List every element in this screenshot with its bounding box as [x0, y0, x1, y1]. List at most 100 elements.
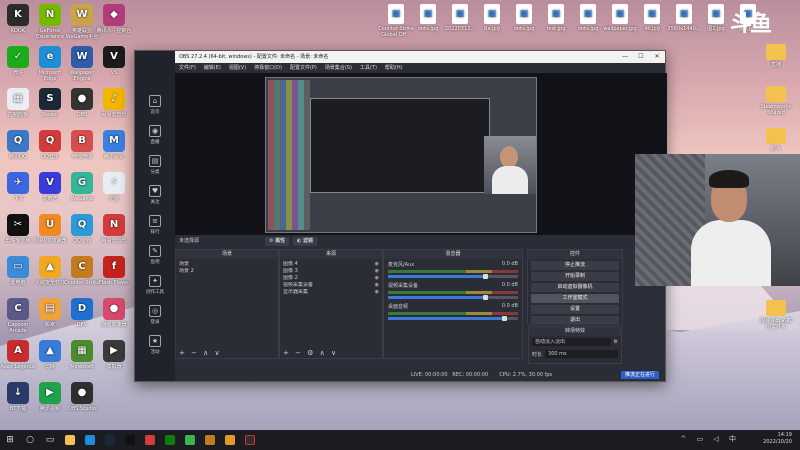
desktop-icon[interactable]: S Steam — [32, 88, 68, 118]
scenes-footer[interactable]: + − ∧ ∨ — [176, 349, 278, 358]
tiktok-icon[interactable] — [125, 435, 135, 445]
obs-task-icon[interactable] — [245, 435, 255, 445]
menu-item[interactable]: 文件(F) — [179, 63, 196, 73]
start-icon[interactable]: ⊞ — [0, 430, 20, 450]
sidebar-item[interactable]: ◎ 登录 — [139, 305, 171, 325]
filters-button[interactable]: ◐ 滤镜 — [293, 236, 318, 246]
sidebar-item[interactable]: ✎ 鱼吧 — [139, 245, 171, 265]
desktop-icon[interactable]: W 英雄联盟WeGame平台 — [64, 4, 100, 40]
desktop-file[interactable]: ▣ 图1.jpg — [698, 4, 734, 32]
explorer-icon[interactable] — [65, 435, 75, 445]
desktop-icon[interactable]: ▭ 此电脑 — [0, 256, 36, 286]
desktop-icon[interactable]: N 网易云音乐 — [96, 214, 132, 244]
desktop-icon[interactable]: C Capcom Arcade — [0, 298, 36, 334]
duration-input[interactable]: 300 ms — [545, 350, 618, 358]
desktop-icon[interactable]: ▤ 搬家 — [32, 298, 68, 328]
sidebar-item[interactable]: ▤ 分类 — [139, 155, 171, 175]
desktop-icon[interactable]: ▲ 火绒安全软件 — [32, 256, 68, 286]
menu-item[interactable]: 配置文件(P) — [290, 63, 317, 73]
system-tray[interactable]: ^ ▭ ◁ 中 — [680, 434, 740, 444]
menu-item[interactable]: 工具(T) — [360, 63, 377, 73]
desktop-icon[interactable]: W Wallpaper Engine — [64, 46, 100, 82]
desktop-icon[interactable]: ♪ 网易云音乐 — [96, 88, 132, 118]
desktop-folder[interactable]: 直播 — [758, 44, 794, 68]
sidebar-item[interactable]: ≡ 排行 — [139, 215, 171, 235]
menu-item[interactable]: 场景集合(S) — [325, 63, 352, 73]
close-icon[interactable]: ✕ — [649, 51, 665, 63]
desktop-folder[interactable]: 图片导出 的截图文件夹 — [758, 300, 794, 330]
desktop-icon[interactable]: C Counter-Strike — [64, 256, 100, 286]
sidebar-item[interactable]: ✦ 创作工具 — [139, 275, 171, 295]
menu-item[interactable]: 帮助(H) — [385, 63, 403, 73]
sidebar-item[interactable]: ★ 活动 — [139, 335, 171, 355]
desktop-file[interactable]: ▣ 2560x1440... — [666, 4, 702, 32]
list-item[interactable]: 场景 — [179, 261, 275, 268]
list-item[interactable]: 场景 2 — [179, 268, 275, 275]
visibility-eye-icon[interactable]: ◉ — [375, 268, 379, 275]
desktop-icon[interactable]: ↓ BT下载 — [0, 382, 36, 412]
control-button[interactable]: 工作室模式 — [531, 294, 619, 303]
desktop-file[interactable]: ▣ Ra.jpg — [474, 4, 510, 32]
desktop-icon[interactable]: M 腾讯会议 — [96, 130, 132, 160]
csgo-icon[interactable] — [205, 435, 215, 445]
desktop-file[interactable]: ▣ dota.jpg — [506, 4, 542, 32]
volume-slider[interactable] — [388, 274, 518, 279]
edge-icon[interactable] — [85, 435, 95, 445]
desktop-icon[interactable]: ▲ 剪映 — [32, 340, 68, 370]
stream-status-badge[interactable]: 推流正在进行 — [620, 371, 659, 379]
app-icon-2[interactable] — [185, 435, 195, 445]
menu-item[interactable]: 视图(V) — [229, 63, 246, 73]
list-item[interactable]: 图像 4 ◉ — [283, 261, 379, 268]
minimize-icon[interactable]: — — [617, 51, 633, 63]
list-item[interactable]: 图像 3 ◉ — [283, 268, 379, 275]
desktop-icon[interactable]: ✈ 飞书 — [0, 172, 36, 202]
transition-select[interactable]: 自动淡入淡出 — [532, 338, 611, 346]
obs-preview[interactable] — [175, 73, 667, 235]
desktop-icon[interactable]: ✓ 微信 — [0, 46, 36, 76]
obs-titlebar[interactable]: OBS 27.2.4 (64-bit, windows) - 配置文件: 未命名… — [175, 51, 665, 63]
list-item[interactable]: 显示器采集 ◉ — [283, 289, 379, 296]
volume-slider[interactable] — [388, 295, 518, 300]
desktop-icon[interactable]: ▦ 控制面板 — [0, 88, 36, 118]
volume-knob[interactable] — [482, 274, 488, 279]
desktop-icon[interactable]: ◆ 腾讯人 · 控制台 — [96, 4, 132, 34]
sidebar-item[interactable]: ⌂ 首页 — [139, 95, 171, 115]
desktop-icon[interactable]: ▦ Minecraft — [64, 340, 100, 370]
control-button[interactable]: 退出 — [531, 316, 619, 325]
desktop-icon[interactable]: ⚡ 迅雷 — [96, 172, 132, 202]
maximize-icon[interactable]: ☐ — [633, 51, 649, 63]
desktop-folder[interactable]: Steamworks Shared — [758, 86, 794, 116]
desktop-icon[interactable]: Q QQ音乐 — [32, 130, 68, 160]
steam-icon[interactable] — [105, 435, 115, 445]
volume-knob[interactable] — [502, 316, 507, 321]
desktop-icon[interactable]: V VS — [96, 46, 132, 76]
visibility-eye-icon[interactable]: ◉ — [375, 275, 379, 282]
desktop-icon[interactable]: G WeGame — [64, 172, 100, 202]
desktop-icon[interactable]: ● OBS Studio — [64, 382, 100, 412]
list-item[interactable]: 图像 2 ◉ — [283, 275, 379, 282]
desktop-icon[interactable]: N GeForce Experience — [32, 4, 68, 40]
menu-item[interactable]: 编辑(E) — [204, 63, 221, 73]
desktop-file[interactable]: ▣ dota.jpg — [410, 4, 446, 32]
visibility-eye-icon[interactable]: ◉ — [375, 289, 379, 296]
sources-footer[interactable]: + − ⚙ ∧ ∨ — [280, 349, 382, 358]
app-icon[interactable] — [145, 435, 155, 445]
desktop-icon[interactable]: e Microsoft Edge — [32, 46, 68, 82]
volume-knob[interactable] — [482, 295, 488, 300]
properties-button[interactable]: ⚙ 属性 — [265, 236, 290, 246]
desktop-icon[interactable]: D DEV — [64, 298, 100, 328]
desktop-icon[interactable]: ✂ 剪映专业版 — [0, 214, 36, 244]
desktop-file[interactable]: ▣ 4K.jpg — [634, 4, 670, 32]
desktop-folder[interactable]: 照片 — [758, 128, 794, 152]
desktop-icon[interactable]: Q QQ游戏 — [64, 214, 100, 244]
desktop-icon[interactable]: Q 腾讯QQ — [0, 130, 36, 160]
volume-slider[interactable] — [388, 316, 518, 321]
search-icon[interactable]: ○ — [20, 430, 40, 450]
taskview-icon[interactable]: ▭ — [40, 430, 60, 450]
desktop-file[interactable]: ▣ test.jpg — [538, 4, 574, 32]
desktop-file[interactable]: ▣ 20220312... — [442, 4, 478, 32]
app-icon-3[interactable] — [225, 435, 235, 445]
control-button[interactable]: 设置 — [531, 305, 619, 314]
desktop-icon[interactable]: ▶ 腾讯视频 — [32, 382, 68, 412]
desktop-icon[interactable]: ● OBS — [64, 88, 100, 118]
